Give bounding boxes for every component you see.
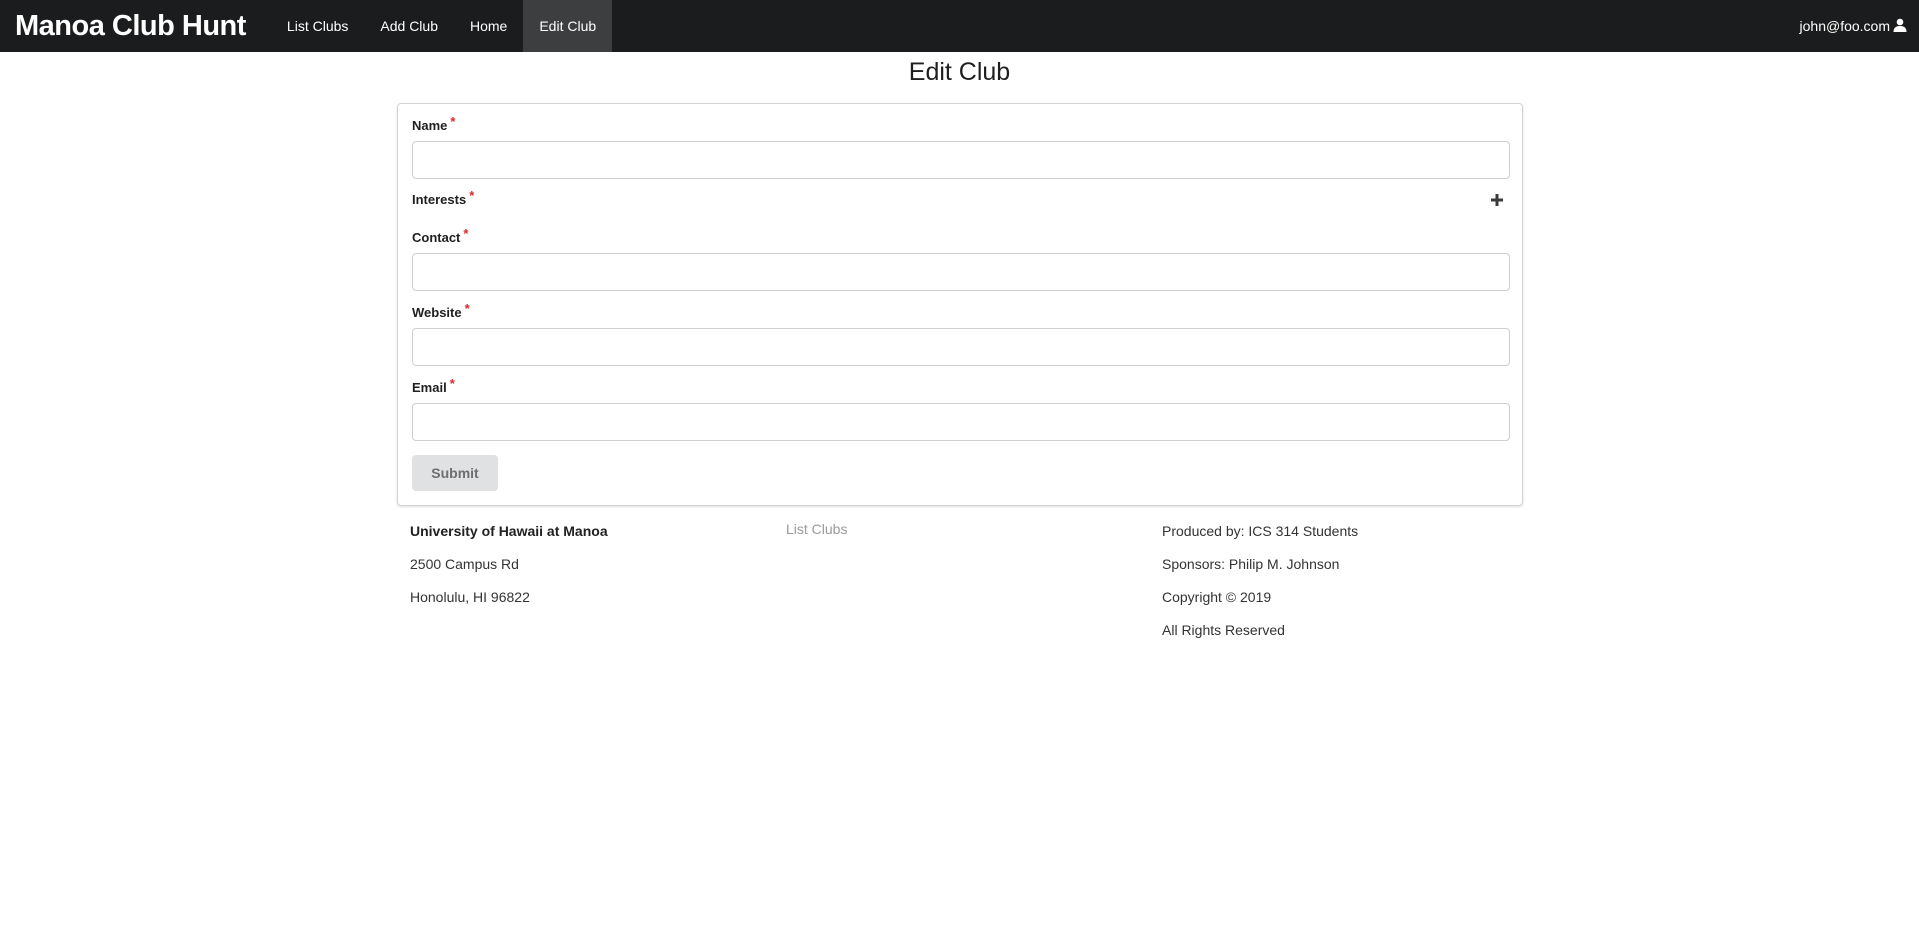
email-label-text: Email — [412, 380, 447, 395]
user-email: john@foo.com — [1799, 18, 1890, 34]
contact-label: Contact * — [412, 226, 468, 245]
interests-label: Interests * — [412, 188, 474, 207]
website-label: Website * — [412, 301, 470, 320]
email-input[interactable] — [412, 403, 1510, 441]
top-navbar: Manoa Club Hunt List Clubs Add Club Home… — [0, 0, 1919, 52]
user-menu[interactable]: john@foo.com — [1800, 0, 1919, 52]
footer-street: 2500 Campus Rd — [410, 556, 519, 572]
required-marker: * — [469, 188, 475, 203]
footer-city: Honolulu, HI 96822 — [410, 589, 530, 605]
nav-item-edit-club[interactable]: Edit Club — [523, 0, 613, 52]
interests-label-text: Interests — [412, 192, 467, 207]
plus-icon[interactable] — [1490, 193, 1504, 207]
name-label: Name * — [412, 114, 455, 133]
email-label: Email * — [412, 376, 455, 395]
required-marker: * — [449, 376, 455, 391]
footer-link-list-clubs[interactable]: List Clubs — [786, 521, 847, 537]
required-marker: * — [464, 301, 470, 316]
name-input[interactable] — [412, 141, 1510, 179]
footer-links: List Clubs — [786, 521, 847, 537]
footer-university: University of Hawaii at Manoa — [410, 523, 608, 539]
footer-copyright: Copyright © 2019 — [1162, 589, 1272, 605]
required-marker: * — [463, 226, 469, 241]
required-marker: * — [450, 114, 456, 129]
footer-address: University of Hawaii at Manoa 2500 Campu… — [410, 523, 608, 622]
user-icon — [1893, 18, 1907, 35]
nav-item-list-clubs[interactable]: List Clubs — [271, 0, 364, 52]
footer-sponsors: Sponsors: Philip M. Johnson — [1162, 556, 1340, 572]
contact-label-text: Contact — [412, 230, 461, 245]
footer-rights: All Rights Reserved — [1162, 622, 1285, 638]
edit-club-form: Name * Interests * Contact * Website * Email… — [397, 103, 1523, 506]
page-title: Edit Club — [908, 58, 1011, 86]
name-label-text: Name — [412, 118, 448, 133]
website-input[interactable] — [412, 328, 1510, 366]
nav-item-add-club[interactable]: Add Club — [364, 0, 454, 52]
submit-button[interactable]: Submit — [412, 455, 498, 491]
footer-produced-by: Produced by: ICS 314 Students — [1162, 523, 1359, 539]
website-label-text: Website — [412, 305, 462, 320]
brand-logo[interactable]: Manoa Club Hunt — [0, 0, 261, 52]
contact-input[interactable] — [412, 253, 1510, 291]
footer-credits: Produced by: ICS 314 Students Sponsors: … — [1162, 523, 1358, 655]
nav-item-home[interactable]: Home — [454, 0, 523, 52]
